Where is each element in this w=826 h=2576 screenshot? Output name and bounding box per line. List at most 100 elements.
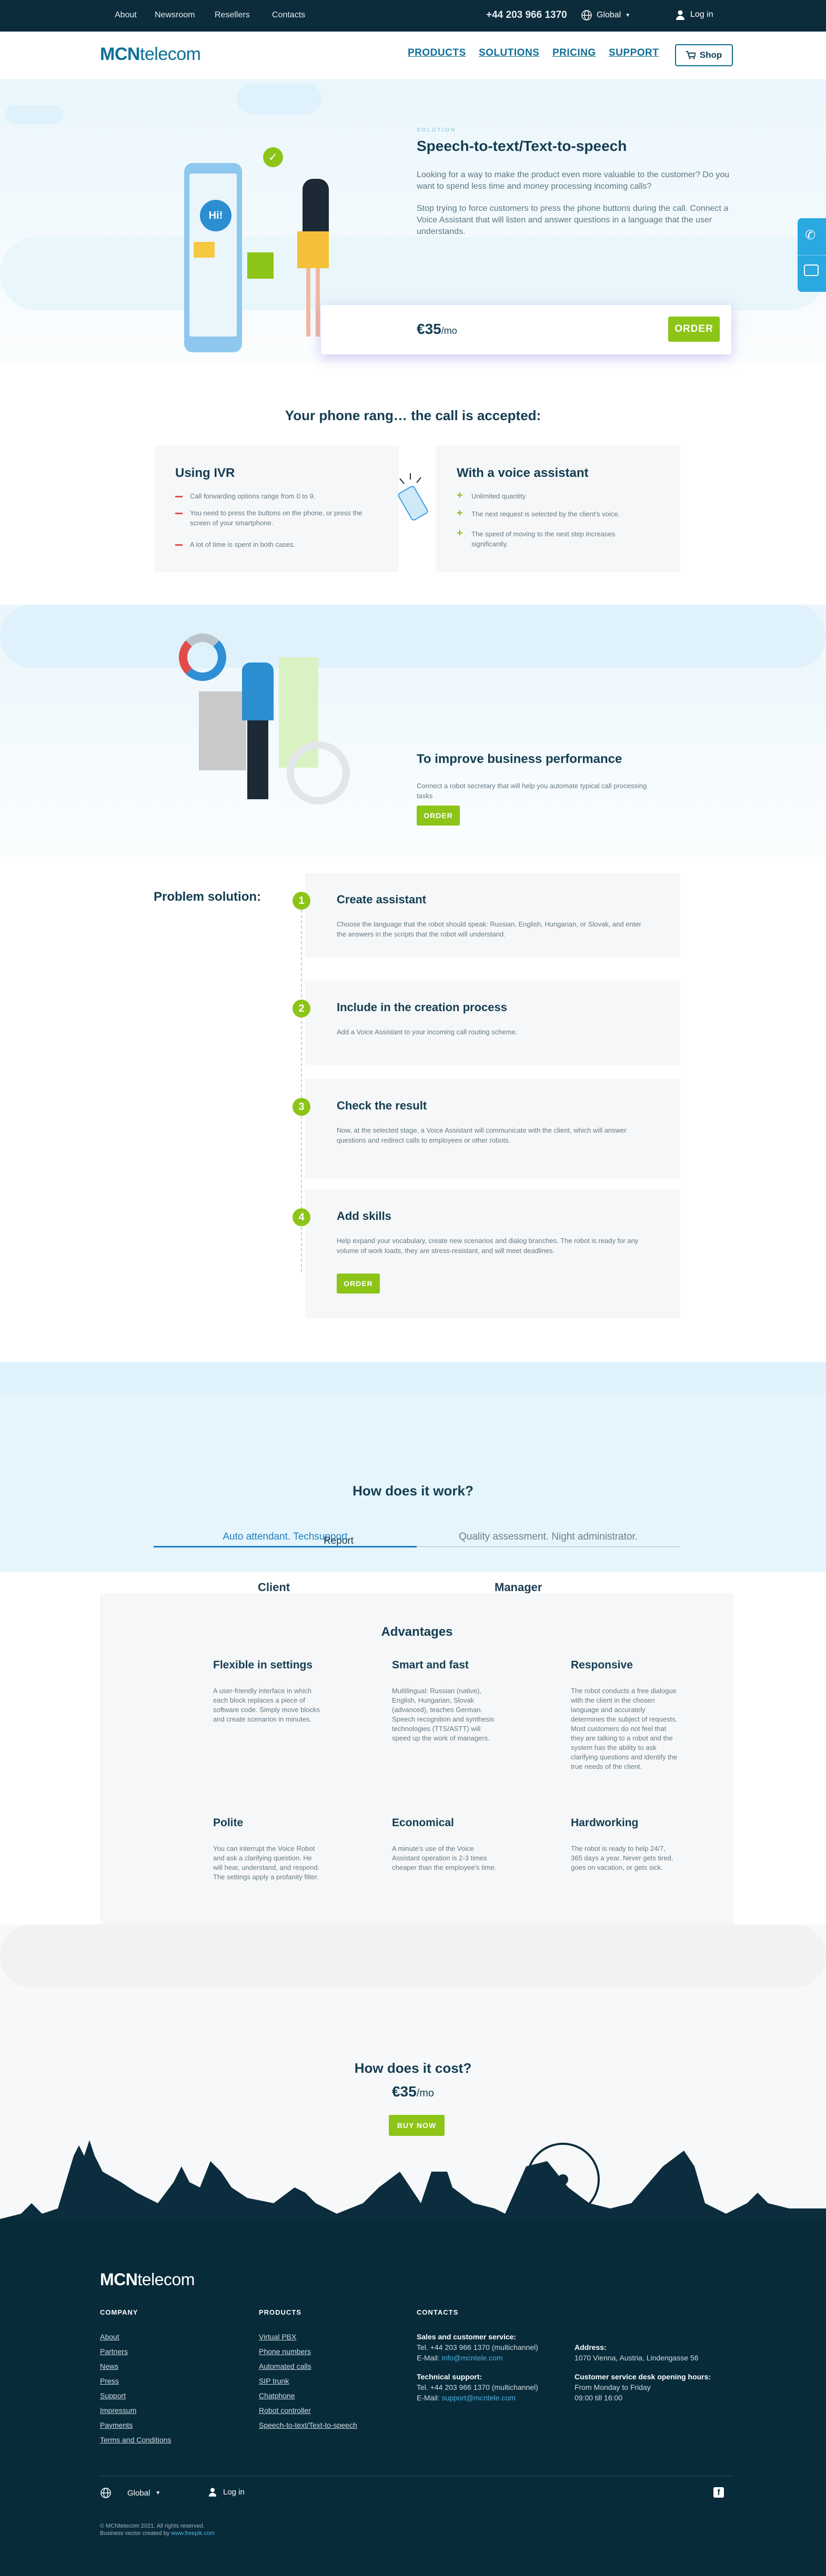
advantage-text: A user-friendly interface in which each … [213,1687,320,1723]
order-button[interactable]: ORDER [668,317,720,342]
login-button[interactable]: Log in [676,9,713,20]
chevron-down-icon: ▼ [155,2490,161,2496]
step-number: 1 [293,892,310,910]
step-title: Include in the creation process [337,1001,507,1014]
sales-email-link[interactable]: info@mcntele.com [441,2354,502,2362]
newsroom-link[interactable]: Newsroom [155,11,195,20]
how-title: How does it work? [352,1483,474,1499]
cost-amount: €35 [391,2083,417,2100]
footer-product-link[interactable]: Speech-to-text/Text-to-speech [259,2418,357,2432]
about-link[interactable]: About [115,11,137,20]
tech-phone[interactable]: Tel. +44 203 966 1370 (multichannel) [417,2382,538,2392]
phone-number-link[interactable]: +44 203 966 1370 [486,9,567,21]
nav-support[interactable]: SUPPORT [609,47,659,59]
sales-phone[interactable]: Tel. +44 203 966 1370 (multichannel) [417,2342,538,2353]
sales-heading: Sales and customer service: [417,2333,517,2341]
footer-product-link[interactable]: Automated calls [259,2359,357,2374]
hero-section: Hi! ✓ SOLUTION Speech-to-text/Text-to-sp… [0,79,826,363]
london-skyline-illustration [0,2140,826,2229]
footer-company-link[interactable]: Payments [100,2418,171,2432]
ivr-card: Using IVR Call forwarding options range … [154,446,399,572]
footer-company-link[interactable]: Partners [100,2344,171,2359]
globe-icon [100,2488,111,2498]
footer-login-label: Log in [223,2487,245,2497]
tab-underline [417,1546,680,1547]
step-title: Check the result [337,1099,427,1112]
logo[interactable]: MCNtelecom [100,44,201,65]
footer-company-link[interactable]: About [100,2329,171,2344]
step-text: Help expand your vocabulary, create new … [337,1237,639,1255]
minus-icon [175,513,183,514]
footer-region-selector[interactable]: Global ▼ [100,2487,160,2499]
va-item: The speed of moving to the next step inc… [471,530,616,548]
footer-product-link[interactable]: Chatphone [259,2388,357,2403]
credit-line: Business vector created by www.freepik.c… [100,2530,215,2537]
ivr-item: A lot of time is spent in both cases. [190,541,296,548]
credit-link[interactable]: www.freepik.com [171,2530,215,2537]
improve-title: To improve business performance [417,752,622,766]
plus-icon: + [457,507,463,519]
footer-logo[interactable]: MCNtelecom [100,2270,195,2289]
improve-text: Connect a robot secretary that will help… [417,782,647,800]
man-legs [247,720,268,799]
cart-icon [686,51,696,59]
footer-product-link[interactable]: Phone numbers [259,2344,357,2359]
tech-email-link[interactable]: support@mcntele.com [441,2394,515,2402]
tab-auto-attendant[interactable]: Auto attendant. Techsupport [154,1531,417,1543]
step-text: Choose the language that the robot shoul… [337,920,641,938]
step-card: Include in the creation process Add a Vo… [305,981,680,1065]
hours-block: Customer service desk opening hours: Fro… [575,2371,711,2403]
footer-company-link[interactable]: Impressum [100,2403,171,2418]
credit-label: Business vector created by [100,2530,172,2537]
footer-login-button[interactable]: Log in [208,2487,245,2497]
bar-illustration [199,691,246,770]
improve-order-button[interactable]: ORDER [417,806,460,826]
cloud-band [0,1925,826,1988]
facebook-icon[interactable]: f [713,2487,724,2498]
envelope-icon [194,242,215,258]
woman-leg [306,268,310,337]
contact-widget: ✆ [798,218,826,292]
address-text: 1070 Vienna, Austria, Lindengasse 56 [575,2354,699,2362]
eyebrow-label: SOLUTION [417,127,457,133]
step-number: 3 [293,1098,310,1116]
footer-company-link[interactable]: Support [100,2388,171,2403]
region-selector[interactable]: Global ▼ [581,9,630,21]
chat-bubble-badge: Hi! [200,200,231,231]
nav-products[interactable]: PRODUCTS [408,47,466,59]
voice-assistant-card: With a voice assistant + Unlimited quant… [436,446,680,572]
phone-icon[interactable]: ✆ [805,228,815,243]
page-title: Speech-to-text/Text-to-speech [417,138,627,154]
contacts-link[interactable]: Contacts [272,11,305,20]
footer-product-link[interactable]: SIP trunk [259,2374,357,2388]
minus-icon [175,544,183,546]
step-order-button[interactable]: ORDER [337,1274,380,1294]
globe-icon [581,10,592,21]
nav-pricing[interactable]: PRICING [552,47,596,59]
step-text: Now, at the selected stage, a Voice Assi… [337,1126,627,1144]
footer-product-link[interactable]: Robot controller [259,2403,357,2418]
user-icon [676,10,684,20]
contacts-heading: CONTACTS [417,2308,459,2316]
footer: MCNtelecom COMPANY About Partners News Pres… [0,2219,826,2576]
cost-title: How does it cost? [354,2060,472,2076]
shop-button[interactable]: Shop [675,44,733,66]
tab-quality-assessment[interactable]: Quality assessment. Night administrator. [417,1531,680,1543]
contact-card-icon [247,252,274,279]
footer-company-link[interactable]: Terms and Conditions [100,2432,171,2447]
ivr-title: Using IVR [175,466,235,480]
footer-company-link[interactable]: Press [100,2374,171,2388]
company-heading: COMPANY [100,2308,138,2316]
company-links: About Partners News Press Support Impressum Pa… [100,2329,171,2447]
footer-product-link[interactable]: Virtual PBX [259,2329,357,2344]
step-card: Create assistant Choose the language tha… [305,873,680,957]
hero-paragraph-1: Looking for a way to make the product ev… [417,170,730,191]
resellers-link[interactable]: Resellers [215,11,250,20]
hours-days: From Monday to Friday [575,2383,651,2391]
chat-icon[interactable] [804,264,819,276]
footer-company-link[interactable]: News [100,2359,171,2374]
ringing-phone-icon [398,473,428,521]
nav-solutions[interactable]: SOLUTIONS [479,47,539,59]
advantage-text: The robot conducts a free dialogue with … [571,1687,678,1770]
cloud-band [0,605,826,668]
